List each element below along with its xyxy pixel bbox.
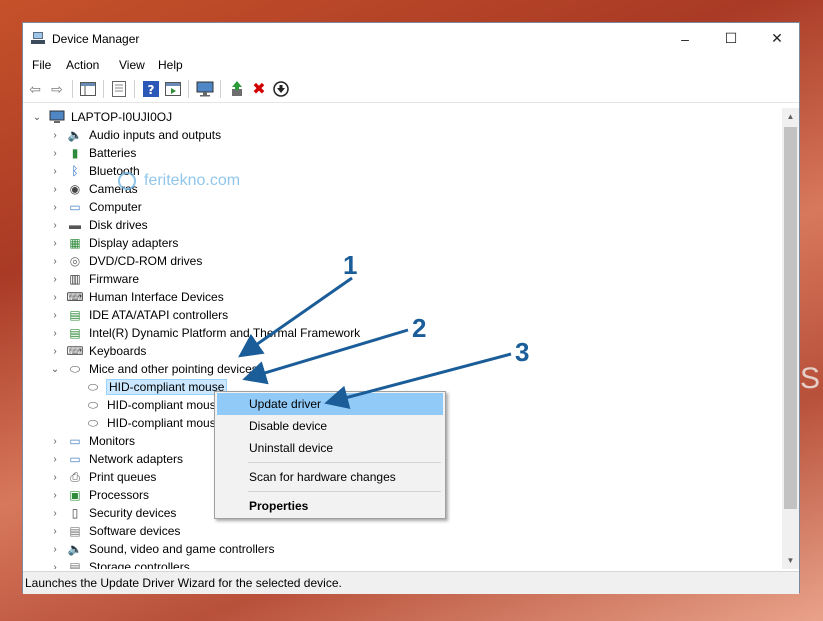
annotation-number-1: 1: [343, 250, 358, 280]
annotation-number-2: 2: [412, 313, 427, 343]
arrow-2: [242, 328, 409, 385]
arrow-3: [324, 352, 512, 409]
arrow-1: [238, 276, 353, 358]
annotation-arrows: [238, 276, 512, 409]
annotation-number-3: 3: [515, 337, 530, 367]
